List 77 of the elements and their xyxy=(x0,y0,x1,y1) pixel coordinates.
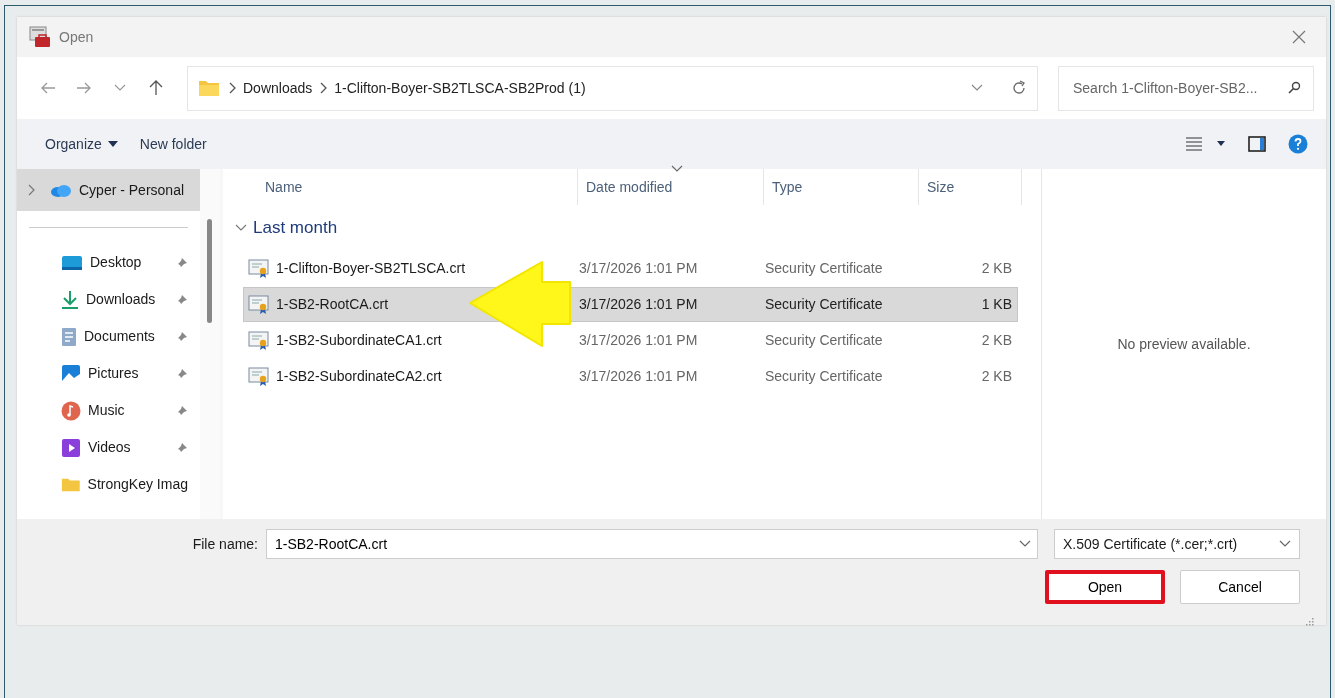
sidebar-item[interactable]: Cyper - Personal xyxy=(17,169,200,211)
certificate-icon xyxy=(248,258,270,279)
caret-icon xyxy=(107,141,118,147)
chevron-right-icon xyxy=(319,82,328,94)
sidebar-item[interactable]: Desktop xyxy=(17,244,200,281)
picture-icon xyxy=(61,363,81,384)
file-row[interactable]: 1-SB2-SubordinateCA1.crt 3/17/2026 1:01 PM Security Certificate 2 KB xyxy=(243,323,1018,358)
column-header[interactable]: Date modified xyxy=(578,169,764,205)
chevron-down-icon[interactable] xyxy=(971,84,983,92)
new-folder-button[interactable]: New folder xyxy=(133,129,213,159)
dialog-button[interactable]: Open xyxy=(1045,570,1165,604)
sidebar-item[interactable]: Documents xyxy=(17,318,200,355)
chevron-down-icon[interactable] xyxy=(1019,540,1031,548)
organize-menu[interactable]: Organize xyxy=(39,129,124,159)
file-name: 1-SB2-SubordinateCA1.crt xyxy=(276,331,442,350)
file-type-dropdown[interactable]: X.509 Certificate (*.cer;*.crt) xyxy=(1054,529,1300,559)
file-name: 1-Clifton-Boyer-SB2TLSCA.crt xyxy=(276,259,466,278)
column-header[interactable]: Type xyxy=(764,169,919,205)
video-icon xyxy=(61,437,81,458)
folder-icon xyxy=(198,79,220,97)
certificate-icon xyxy=(248,330,270,351)
sidebar-item[interactable]: Downloads xyxy=(17,281,200,318)
file-date: 3/17/2026 1:01 PM xyxy=(579,331,699,350)
preview-message: No preview available. xyxy=(1117,334,1251,354)
sidebar-item[interactable]: StrongKey Imag xyxy=(17,466,200,503)
pin-icon[interactable] xyxy=(176,256,188,269)
file-type: Security Certificate xyxy=(765,331,884,350)
file-row[interactable]: 1-SB2-SubordinateCA2.crt 3/17/2026 1:01 PM Security Certificate 2 KB xyxy=(243,359,1018,394)
sidebar-item[interactable]: Pictures xyxy=(17,355,200,392)
file-name: 1-SB2-SubordinateCA2.crt xyxy=(276,367,442,386)
file-size: 2 KB xyxy=(980,331,1012,350)
breadcrumb-item[interactable]: 1-Clifton-Boyer-SB2TLSCA-SB2Prod (1) xyxy=(334,77,586,99)
sidebar-item[interactable]: Videos xyxy=(17,429,200,466)
folder-icon xyxy=(61,476,81,493)
file-size: 1 KB xyxy=(980,295,1012,314)
desktop-icon xyxy=(61,254,83,271)
certificate-icon xyxy=(248,366,270,387)
file-date: 3/17/2026 1:01 PM xyxy=(579,295,699,314)
search-icon xyxy=(1287,81,1301,95)
file-size: 2 KB xyxy=(980,367,1012,386)
file-date: 3/17/2026 1:01 PM xyxy=(579,259,699,278)
file-date: 3/17/2026 1:01 PM xyxy=(579,367,699,386)
file-row[interactable]: 1-Clifton-Boyer-SB2TLSCA.crt 3/17/2026 1:01 PM Security Certificate 2 KB xyxy=(243,251,1018,286)
sidebar-item[interactable]: Music xyxy=(17,392,200,429)
pin-icon[interactable] xyxy=(176,441,188,454)
resize-grip-icon[interactable] xyxy=(1305,617,1315,627)
file-type: Security Certificate xyxy=(765,367,884,386)
download-icon xyxy=(61,289,79,310)
chevron-icon xyxy=(235,224,247,232)
pin-icon[interactable] xyxy=(176,330,188,343)
chevron-right-icon xyxy=(228,82,236,94)
search-box[interactable]: Search 1-Clifton-Boyer-SB2... xyxy=(1058,65,1314,111)
app-icon xyxy=(29,26,51,48)
refresh-icon[interactable] xyxy=(1011,80,1027,96)
scrollbar-thumb[interactable] xyxy=(207,219,212,323)
chevron-down-icon[interactable] xyxy=(1279,540,1291,548)
pin-icon[interactable] xyxy=(176,293,188,306)
window-title: Open xyxy=(59,27,94,47)
music-icon xyxy=(61,400,81,421)
file-size: 2 KB xyxy=(980,259,1012,278)
pin-icon[interactable] xyxy=(176,367,188,380)
pin-icon[interactable] xyxy=(176,404,188,417)
column-header[interactable]: Size xyxy=(919,169,1022,205)
file-type: Security Certificate xyxy=(765,259,884,278)
breadcrumb-item[interactable]: Downloads xyxy=(243,77,313,99)
dialog-button[interactable]: Cancel xyxy=(1180,570,1300,604)
column-header[interactable]: Name xyxy=(243,169,578,205)
group-header[interactable]: Last month xyxy=(223,205,344,251)
cloud-icon xyxy=(50,183,72,197)
document-icon xyxy=(61,326,77,347)
file-name-box[interactable]: 1-SB2-RootCA.crt xyxy=(266,529,1038,559)
file-type: Security Certificate xyxy=(765,295,884,314)
certificate-icon xyxy=(248,294,270,315)
file-name: 1-SB2-RootCA.crt xyxy=(276,295,389,314)
address-bar[interactable]: Downloads 1-Clifton-Boyer-SB2TLSCA-SB2Prod (1) xyxy=(187,65,1038,111)
file-name-label: File name: xyxy=(192,534,258,554)
sort-chevron-icon xyxy=(670,165,683,172)
